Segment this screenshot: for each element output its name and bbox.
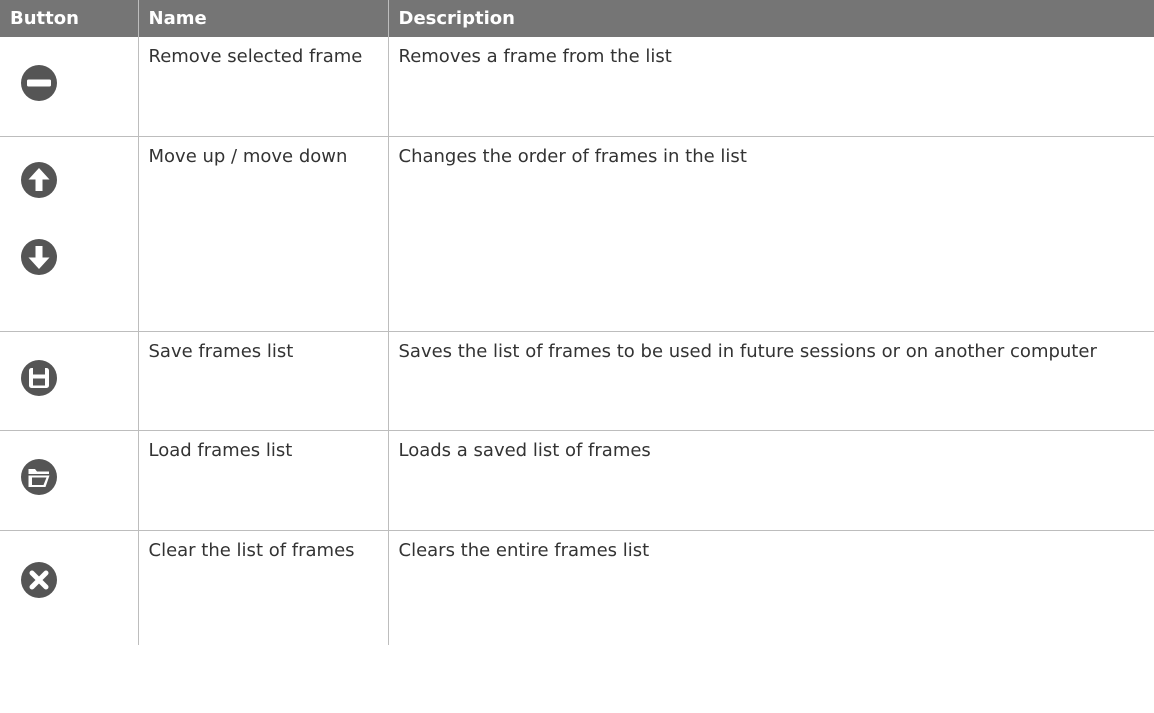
name-cell: Remove selected frame: [138, 37, 389, 137]
load-icon: [21, 459, 57, 495]
button-cell: [0, 37, 139, 137]
clear-icon: [21, 562, 57, 598]
description-cell: Loads a saved list of frames: [388, 430, 1154, 531]
table-row: Clear the list of frames Clears the enti…: [0, 530, 1154, 645]
remove-icon: [21, 65, 57, 101]
button-cell: [0, 331, 139, 431]
save-icon: [21, 360, 57, 396]
header-description: Description: [388, 0, 1154, 37]
name-cell: Save frames list: [138, 331, 389, 431]
header-name: Name: [138, 0, 389, 37]
table-row: Save frames list Saves the list of frame…: [0, 331, 1154, 431]
button-cell: [0, 530, 139, 645]
table-row: Remove selected frame Removes a frame fr…: [0, 37, 1154, 137]
button-cell: [0, 136, 139, 332]
description-cell: Changes the order of frames in the list: [388, 136, 1154, 332]
arrow-up-icon: [21, 162, 57, 198]
button-cell: [0, 430, 139, 531]
name-cell: Load frames list: [138, 430, 389, 531]
arrow-down-icon: [21, 239, 57, 275]
description-cell: Clears the entire frames list: [398, 540, 650, 561]
name-cell: Move up / move down: [138, 136, 389, 332]
description-cell: Saves the list of frames to be used in f…: [388, 331, 1154, 431]
description-cell: Removes a frame from the list: [388, 37, 1154, 137]
document-page: Button Name Description Remove selected …: [0, 0, 1154, 713]
table-row: Load frames list Loads a saved list of f…: [0, 430, 1154, 531]
toolbar-buttons-table: Button Name Description Remove selected …: [0, 0, 1154, 645]
table-row: Move up / move down Changes the order of…: [0, 136, 1154, 332]
table-header-row: Button Name Description: [0, 0, 1154, 37]
name-cell: Clear the list of frames: [138, 530, 389, 645]
header-button: Button: [0, 0, 139, 37]
